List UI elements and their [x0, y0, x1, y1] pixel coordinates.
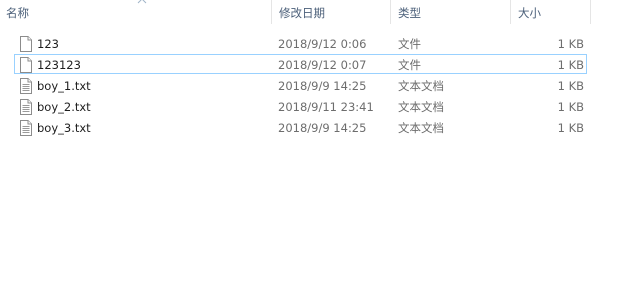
file-date: 2018/9/9 14:25: [278, 121, 367, 135]
file-row[interactable]: boy_3.txt 2018/9/9 14:25 文本文档 1 KB: [14, 117, 587, 137]
file-date: 2018/9/12 0:07: [278, 58, 367, 72]
file-size: 1 KB: [557, 37, 584, 51]
column-header-size[interactable]: 大小: [512, 0, 590, 24]
file-row[interactable]: 123 2018/9/12 0:06 文件 1 KB: [14, 33, 587, 53]
column-divider[interactable]: [510, 0, 511, 24]
file-size: 1 KB: [557, 79, 584, 93]
file-size: 1 KB: [557, 121, 584, 135]
file-date: 2018/9/12 0:06: [278, 37, 367, 51]
column-header-bar: 名称 修改日期 类型 大小: [0, 0, 636, 24]
file-name: boy_1.txt: [37, 79, 91, 93]
column-divider[interactable]: [390, 0, 391, 24]
column-header-name[interactable]: 名称: [0, 0, 270, 24]
file-size: 1 KB: [557, 58, 584, 72]
file-type: 文件: [398, 37, 421, 51]
file-name: boy_2.txt: [37, 100, 91, 114]
text-file-icon: [20, 99, 32, 115]
file-name: 123123: [37, 58, 81, 72]
text-file-icon: [20, 78, 32, 94]
file-type: 文本文档: [398, 100, 444, 114]
blank-file-icon: [20, 36, 32, 52]
file-name: boy_3.txt: [37, 121, 91, 135]
file-row[interactable]: boy_2.txt 2018/9/11 23:41 文本文档 1 KB: [14, 96, 587, 116]
column-header-date[interactable]: 修改日期: [273, 0, 391, 24]
file-type: 文本文档: [398, 79, 444, 93]
file-name: 123: [37, 37, 59, 51]
file-type: 文件: [398, 58, 421, 72]
column-header-type[interactable]: 类型: [392, 0, 510, 24]
file-date: 2018/9/11 23:41: [278, 100, 374, 114]
column-divider[interactable]: [271, 0, 272, 24]
file-row-focused[interactable]: 123123 2018/9/12 0:07 文件 1 KB: [14, 54, 587, 74]
file-row[interactable]: boy_1.txt 2018/9/9 14:25 文本文档 1 KB: [14, 75, 587, 95]
file-date: 2018/9/9 14:25: [278, 79, 367, 93]
blank-file-icon: [20, 57, 32, 73]
text-file-icon: [20, 120, 32, 136]
file-type: 文本文档: [398, 121, 444, 135]
column-divider[interactable]: [590, 0, 591, 24]
file-size: 1 KB: [557, 100, 584, 114]
